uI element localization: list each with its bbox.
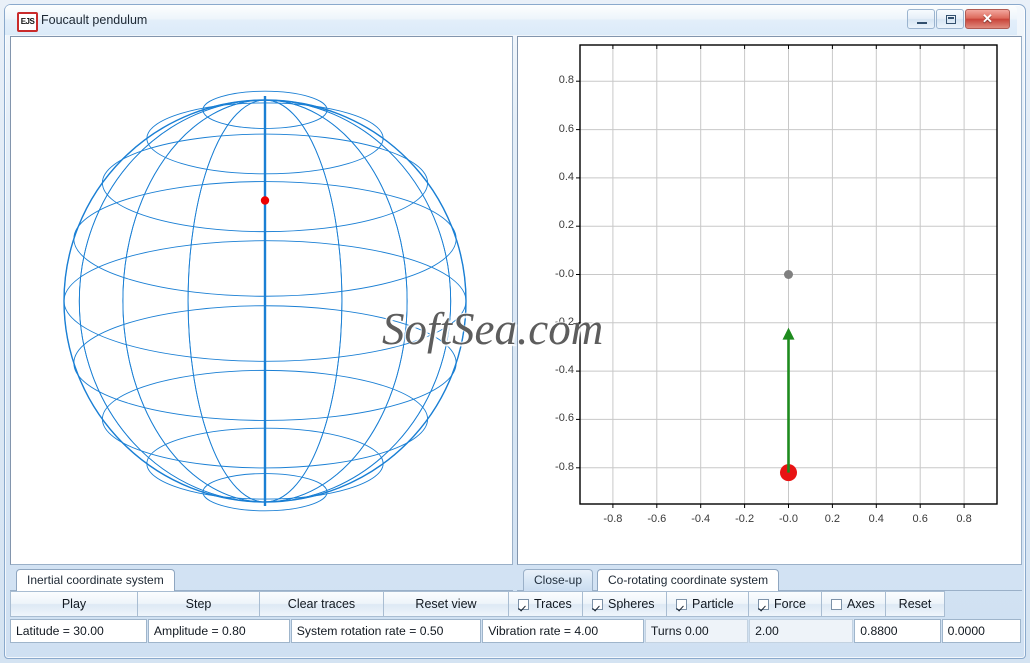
y-tick-label: 0.2 xyxy=(558,219,574,232)
plot-svg xyxy=(576,44,998,508)
x-tick-label: 0.8 xyxy=(956,513,972,525)
corotating-plot-panel[interactable]: 0.8 0.6 0.4 0.2 -0.0 -0.2 -0.4 -0.6 -0.8 -0.8 -0.6… xyxy=(517,36,1022,565)
x-tick-label: 0.4 xyxy=(868,513,884,525)
right-tab-row: Close-up Co-rotating coordinate system xyxy=(517,569,1022,591)
globe-svg xyxy=(63,90,467,512)
step-button[interactable]: Step xyxy=(137,591,260,617)
close-icon: ✕ xyxy=(982,11,993,26)
x-tick-label: -0.2 xyxy=(735,513,755,525)
y-tick-label: 0.4 xyxy=(558,170,574,183)
x-tick-label: 0.2 xyxy=(824,513,841,525)
control-toolbar: Play Step Clear traces Reset view Traces… xyxy=(10,591,1022,617)
x-tick-label: 0.6 xyxy=(912,513,928,525)
field-system-rotation-rate[interactable]: System rotation rate = 0.50 xyxy=(290,619,482,643)
x-tick-label: -0.4 xyxy=(691,513,711,525)
checkbox-traces-label: Traces xyxy=(534,597,572,611)
checkbox-force[interactable]: Force xyxy=(748,591,822,617)
tab-co-rotating-coordinate-system[interactable]: Co-rotating coordinate system xyxy=(597,569,780,591)
maximize-icon xyxy=(946,15,956,24)
checkbox-force-box[interactable] xyxy=(758,598,769,610)
field-turns: Turns 0.00 xyxy=(644,619,749,643)
y-tick-label: -0.4 xyxy=(555,364,574,377)
field-amplitude[interactable]: Amplitude = 0.80 xyxy=(147,619,290,643)
status-field-row: Latitude = 30.00 Amplitude = 0.80 System… xyxy=(10,619,1022,643)
tab-inertial-coordinate-system[interactable]: Inertial coordinate system xyxy=(16,569,175,591)
play-button[interactable]: Play xyxy=(10,591,138,617)
window-controls: ✕ xyxy=(907,9,1010,29)
maximize-button[interactable] xyxy=(936,9,964,29)
x-tick-label: -0.6 xyxy=(647,513,667,525)
y-tick-label: -0.6 xyxy=(555,412,574,425)
minimize-button[interactable] xyxy=(907,9,935,29)
checkbox-spheres-box[interactable] xyxy=(592,598,603,610)
x-tick-label: -0.8 xyxy=(603,513,623,525)
checkbox-axes-label: Axes xyxy=(847,597,875,611)
left-tab-row: Inertial coordinate system xyxy=(10,569,513,591)
ejs-icon: EJS xyxy=(17,12,38,32)
checkbox-force-label: Force xyxy=(774,597,806,611)
y-tick-label: -0.0 xyxy=(555,267,574,280)
reset-button[interactable]: Reset xyxy=(885,591,945,617)
checkbox-particle-label: Particle xyxy=(692,597,734,611)
field-latitude[interactable]: Latitude = 30.00 xyxy=(10,619,147,643)
checkbox-particle[interactable]: Particle xyxy=(666,591,749,617)
field-value-4[interactable]: 0.0000 xyxy=(941,619,1021,643)
checkbox-particle-box[interactable] xyxy=(676,598,687,610)
checkbox-spheres[interactable]: Spheres xyxy=(582,591,667,617)
wireframe-globe-view[interactable] xyxy=(11,37,512,564)
field-vibration-rate[interactable]: Vibration rate = 4.00 xyxy=(482,619,644,643)
inertial-view-panel[interactable] xyxy=(10,36,513,565)
field-value-3[interactable]: 0.8800 xyxy=(854,619,941,643)
checkbox-traces-box[interactable] xyxy=(518,598,529,610)
plot-area[interactable]: 0.8 0.6 0.4 0.2 -0.0 -0.2 -0.4 -0.6 -0.8 -0.8 -0.6… xyxy=(518,37,1021,564)
checkbox-spheres-label: Spheres xyxy=(608,597,655,611)
title-bar: EJS Foucault pendulum ✕ xyxy=(5,5,1017,35)
window-title: Foucault pendulum xyxy=(41,13,148,27)
y-tick-label: 0.6 xyxy=(558,122,574,135)
checkbox-axes-box[interactable] xyxy=(831,598,842,610)
x-tick-label: -0.0 xyxy=(779,513,798,525)
close-button[interactable]: ✕ xyxy=(965,9,1010,29)
y-tick-label: 0.8 xyxy=(558,74,574,87)
reset-view-button[interactable]: Reset view xyxy=(383,591,509,617)
tab-close-up[interactable]: Close-up xyxy=(523,569,594,591)
y-tick-label: -0.8 xyxy=(555,460,574,473)
checkbox-axes[interactable]: Axes xyxy=(821,591,886,617)
window-content: 0.8 0.6 0.4 0.2 -0.0 -0.2 -0.4 -0.6 -0.8 -0.8 -0.6… xyxy=(10,36,1022,659)
checkbox-traces[interactable]: Traces xyxy=(508,591,583,617)
y-tick-label: -0.2 xyxy=(555,315,574,328)
field-value-2: 2.00 xyxy=(749,619,854,643)
minimize-icon xyxy=(917,22,927,24)
application-window: EJS Foucault pendulum ✕ 0.80.60.40.2- xyxy=(0,0,1030,663)
clear-traces-button[interactable]: Clear traces xyxy=(259,591,384,617)
